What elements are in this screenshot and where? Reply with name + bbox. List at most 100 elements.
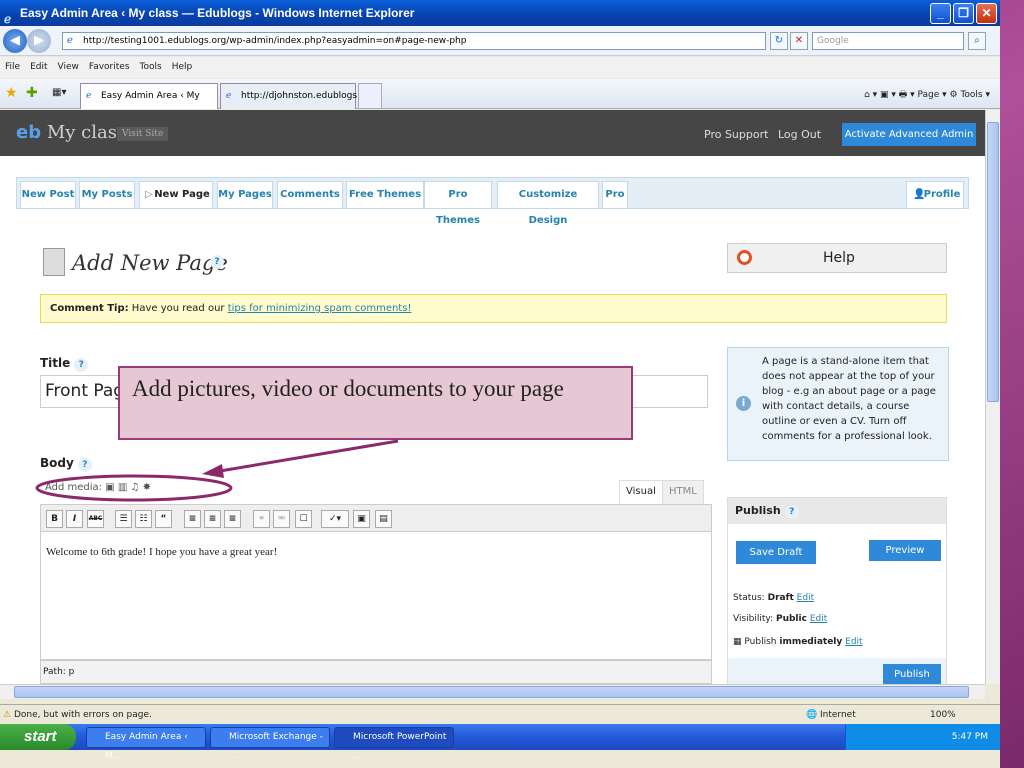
window-title: Easy Admin Area ‹ My class — Edublogs - … <box>20 6 415 20</box>
save-draft-button[interactable]: Save Draft <box>736 541 816 564</box>
bullet-list-button[interactable]: ☰ <box>115 510 132 528</box>
activate-advanced-admin-button[interactable]: Activate Advanced Admin <box>842 123 976 146</box>
scroll-thumb[interactable] <box>987 122 999 402</box>
url-input[interactable]: ℯ http://testing1001.edublogs.org/wp-admi… <box>62 32 766 50</box>
spam-tips-link[interactable]: tips for minimizing spam comments! <box>228 303 412 314</box>
edit-visibility-link[interactable]: Edit <box>810 614 827 624</box>
tab-my-pages[interactable]: My Pages <box>217 181 273 209</box>
title-label: Title? <box>40 356 89 372</box>
tab-my-posts[interactable]: My Posts <box>79 181 135 209</box>
page-icon: ℯ <box>67 35 73 46</box>
link-button[interactable]: ⚭ <box>253 510 270 528</box>
tab-new-page[interactable]: ▷ New Page <box>139 181 213 209</box>
page-info-box: iA page is a stand-alone item that does … <box>727 347 949 461</box>
visibility-row: Visibility: Public Edit <box>733 614 828 624</box>
back-button[interactable]: ◀ <box>3 29 27 53</box>
page-icon <box>43 248 65 276</box>
help-question-icon[interactable]: ? <box>77 458 92 472</box>
menu-tools[interactable]: Tools <box>135 57 167 78</box>
menu-bar: File Edit View Favorites Tools Help <box>0 57 1000 78</box>
help-question-icon[interactable]: ? <box>210 255 224 269</box>
add-favorite-icon[interactable]: ✚ <box>26 85 38 101</box>
stop-button[interactable]: ✕ <box>790 32 808 50</box>
task-powerpoint[interactable]: Microsoft PowerPoint ... <box>334 727 454 761</box>
edit-status-link[interactable]: Edit <box>797 593 814 603</box>
tab-djohnston[interactable]: ℯ http://djohnston.edublogs.org/ <box>220 83 378 109</box>
tab-easy-admin[interactable]: ℯEasy Admin Area ‹ My cla... ✕ <box>80 83 218 125</box>
tab-visual[interactable]: Visual <box>619 480 663 504</box>
help-question-icon[interactable]: ? <box>784 505 799 519</box>
body-label: Body? <box>40 456 92 472</box>
align-right-button[interactable]: ≡ <box>224 510 241 528</box>
wp-header: eb My class Visit Site Pro Support Log O… <box>0 110 985 156</box>
tab-bar: ★ ✚ ▦▾ ℯEasy Admin Area ‹ My cla... ✕ ℯh… <box>0 79 1000 125</box>
blockquote-button[interactable]: “ <box>155 510 172 528</box>
play-icon: ▷ <box>145 189 153 200</box>
menu-help[interactable]: Help <box>167 57 198 78</box>
admin-nav: New Post My Posts ▷ New Page My Pages Com… <box>16 177 969 226</box>
number-list-button[interactable]: ☷ <box>135 510 152 528</box>
preview-button[interactable]: Preview <box>869 540 941 561</box>
horizontal-scrollbar[interactable] <box>0 684 985 699</box>
tab-new-post[interactable]: New Post <box>20 181 76 209</box>
help-button[interactable]: Help <box>727 243 947 273</box>
tab-pro-themes[interactable]: Pro Themes <box>424 181 492 226</box>
scroll-thumb[interactable] <box>14 686 969 698</box>
status-text: Done, but with errors on page. <box>13 710 152 720</box>
menu-edit[interactable]: Edit <box>25 57 52 78</box>
tab-pro[interactable]: Pro <box>602 181 628 209</box>
command-bar[interactable]: ⌂ ▾ ▣ ▾ 🖶 ▾ Page ▾ ⚙ Tools ▾ <box>864 87 990 103</box>
bold-button[interactable]: B <box>46 510 63 528</box>
refresh-button[interactable]: ↻ <box>770 32 788 50</box>
zone-text: Internet <box>820 710 856 720</box>
close-button[interactable]: ✕ <box>976 3 997 24</box>
comment-tip: Comment Tip: Have you read our tips for … <box>40 294 947 323</box>
more-tag-button[interactable]: ☐ <box>295 510 312 528</box>
add-media-bar: Add media: ▣ ▥ ♫ ✸ <box>45 482 152 493</box>
minimize-button[interactable]: _ <box>930 3 951 24</box>
tab-customize-design[interactable]: Customize Design <box>497 181 599 226</box>
maximize-button[interactable]: ❐ <box>953 3 974 24</box>
publish-button[interactable]: Publish <box>883 664 941 684</box>
search-icon[interactable]: ⌕ <box>968 32 986 50</box>
fullscreen-button[interactable]: ▣ <box>353 510 370 528</box>
edit-publish-time-link[interactable]: Edit <box>845 637 862 647</box>
spellcheck-button[interactable]: ✓▾ <box>321 510 349 528</box>
align-center-button[interactable]: ≡ <box>204 510 221 528</box>
globe-icon: 🌐 <box>806 710 818 720</box>
log-out-link[interactable]: Log Out <box>778 128 821 141</box>
status-bar: ⚠ Done, but with errors on page. 🌐 Inter… <box>0 704 1000 724</box>
search-input[interactable]: Google <box>812 32 964 50</box>
publish-time-row: ▦ Publish immediately Edit <box>733 637 863 647</box>
visit-site-button[interactable]: Visit Site <box>117 127 169 141</box>
task-ie[interactable]: Easy Admin Area ‹ M... <box>86 727 206 761</box>
kitchen-sink-button[interactable]: ▤ <box>375 510 392 528</box>
menu-file[interactable]: File <box>0 57 25 78</box>
italic-button[interactable]: I <box>66 510 83 528</box>
tab-html[interactable]: HTML <box>662 480 704 504</box>
editor-area[interactable]: Welcome to 6th grade! I hope you have a … <box>40 532 712 660</box>
site-title[interactable]: eb My class <box>16 122 126 143</box>
strikethrough-button[interactable]: ABC <box>87 510 104 528</box>
tab-free-themes[interactable]: Free Themes <box>346 181 424 209</box>
forward-button[interactable]: ▶ <box>27 29 51 53</box>
media-icons[interactable]: ▣ ▥ ♫ ✸ <box>105 482 151 493</box>
quick-tabs-icon[interactable]: ▦▾ <box>52 87 66 98</box>
tab-comments[interactable]: Comments <box>277 181 343 209</box>
vertical-scrollbar[interactable] <box>985 110 1000 684</box>
align-left-button[interactable]: ≡ <box>184 510 201 528</box>
menu-favorites[interactable]: Favorites <box>84 57 135 78</box>
editor-toolbar: B I ABC ☰ ☷ “ ≡ ≡ ≡ ⚭ ⚮ ☐ ✓▾ ▣ ▤ <box>40 504 712 532</box>
user-icon: 👤 <box>913 189 926 200</box>
unlink-button[interactable]: ⚮ <box>273 510 290 528</box>
menu-view[interactable]: View <box>53 57 84 78</box>
warning-icon[interactable]: ⚠ <box>0 710 11 720</box>
favorites-star-icon[interactable]: ★ <box>5 85 18 101</box>
task-exchange[interactable]: Microsoft Exchange - ... <box>210 727 330 761</box>
zoom-level[interactable]: 100% <box>930 705 956 725</box>
help-question-icon[interactable]: ? <box>74 358 89 372</box>
start-button[interactable]: start <box>0 724 76 750</box>
pro-support-link[interactable]: Pro Support <box>704 128 768 141</box>
new-tab-button[interactable] <box>358 83 382 109</box>
profile-button[interactable]: 👤 Profile <box>906 181 964 209</box>
